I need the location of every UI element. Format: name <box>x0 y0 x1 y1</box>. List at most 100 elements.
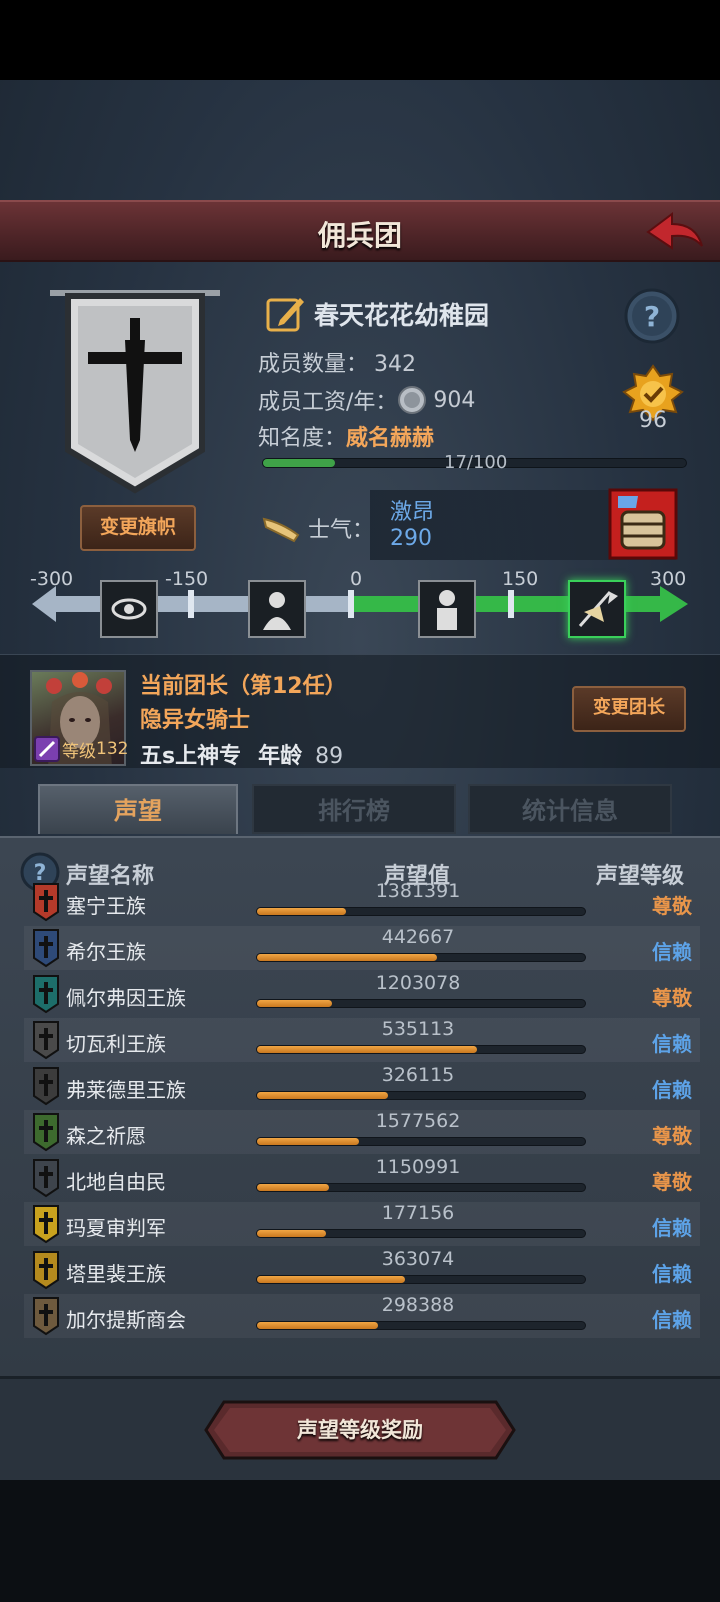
leader-rank: 五s上神专 <box>140 744 242 769</box>
faction-name: 希尔王族 <box>66 940 146 964</box>
faction-emblem-icon <box>33 1297 59 1336</box>
reputation-level: 尊敬 <box>652 986 692 1010</box>
faction-name: 塞宁王族 <box>66 894 146 918</box>
svg-text:?: ? <box>644 300 660 333</box>
guild-name: 春天花花幼稚园 <box>314 301 490 330</box>
wage-label: 成员工资/年： <box>258 390 398 415</box>
reputation-value: 1203078 <box>375 972 461 994</box>
members-value: 342 <box>374 352 417 377</box>
reputation-value: 1150991 <box>375 1156 461 1178</box>
leader-level-badge: 等级 132 <box>34 736 128 762</box>
reputation-level: 信赖 <box>652 1216 692 1240</box>
reputation-level: 尊敬 <box>652 1124 692 1148</box>
reputation-progress-fill <box>257 1276 405 1283</box>
table-row[interactable]: 弗莱德里王族 326115 信赖 <box>24 1064 700 1108</box>
morale-normal-icon[interactable] <box>418 580 476 638</box>
fame-label: 知名度： <box>258 426 347 451</box>
age-label: 年龄 <box>258 744 303 769</box>
reputation-progress-bar <box>256 1321 586 1330</box>
tab-reputation[interactable]: 声望 <box>38 784 238 834</box>
morale-high-icon[interactable] <box>568 580 626 638</box>
reputation-value: 177156 <box>381 1202 455 1224</box>
faction-name: 塔里裴王族 <box>66 1262 166 1286</box>
reputation-progress-fill <box>257 1184 330 1191</box>
table-row[interactable]: 森之祈愿 1577562 尊敬 <box>24 1110 700 1154</box>
page-title: 佣兵团 <box>317 219 402 252</box>
morale-despair-icon[interactable] <box>100 580 158 638</box>
morale-status: 激昂 <box>390 500 435 525</box>
tab-leaderboard[interactable]: 排行榜 <box>252 784 456 834</box>
reputation-progress-bar <box>256 1045 586 1054</box>
level-value: 132 <box>96 739 129 759</box>
level-label: 等级 <box>62 741 96 762</box>
silver-coin-icon <box>398 386 427 414</box>
faction-name: 玛夏审判军 <box>66 1216 166 1240</box>
morale-label: 士气： <box>308 518 375 543</box>
table-row[interactable]: 北地自由民 1150991 尊敬 <box>24 1156 700 1200</box>
reputation-level: 尊敬 <box>652 1170 692 1194</box>
reputation-progress-fill <box>257 1000 333 1007</box>
guild-name-row[interactable]: 春天花花幼稚园 <box>266 292 489 336</box>
fame: 知名度：威名赫赫 <box>258 420 434 452</box>
medal-value: 96 <box>639 408 667 433</box>
faction-name: 佩尔弗因王族 <box>66 986 186 1010</box>
help-icon[interactable]: ? <box>624 288 680 344</box>
table-row[interactable]: 希尔王族 442667 信赖 <box>24 926 700 970</box>
fame-progress-text: 17/100 <box>444 452 508 473</box>
tick-label: 150 <box>502 568 539 590</box>
age-value: 89 <box>315 744 344 769</box>
reputation-reward-label: 声望等级奖励 <box>297 1418 423 1442</box>
reputation-progress-fill <box>257 954 438 961</box>
morale-low-icon[interactable] <box>248 580 306 638</box>
reputation-level: 信赖 <box>652 1262 692 1286</box>
tab-statistics[interactable]: 统计信息 <box>468 784 672 834</box>
leader-title: 当前团长（第12任） <box>140 674 347 699</box>
table-row[interactable]: 玛夏审判军 177156 信赖 <box>24 1202 700 1246</box>
change-flag-button[interactable]: 变更旗帜 <box>80 505 196 551</box>
faction-emblem-icon <box>33 929 59 968</box>
tick-label: -300 <box>30 568 74 590</box>
change-leader-button[interactable]: 变更团长 <box>572 686 686 732</box>
fame-progress-fill <box>263 459 335 467</box>
faction-emblem-icon <box>33 1205 59 1244</box>
tick-label: -150 <box>165 568 209 590</box>
wage-value: 904 <box>433 387 476 413</box>
members-count: 成员数量： 342 <box>258 346 416 378</box>
reputation-level: 信赖 <box>652 1032 692 1056</box>
guild-banner-icon[interactable] <box>50 290 220 500</box>
table-row[interactable]: 塔里裴王族 363074 信赖 <box>24 1248 700 1292</box>
status-bar-area <box>0 0 720 80</box>
faction-emblem-icon <box>33 1021 59 1060</box>
reputation-progress-bar <box>256 1275 586 1284</box>
table-row[interactable]: 佩尔弗因王族 1203078 尊敬 <box>24 972 700 1016</box>
reputation-value: 535113 <box>381 1018 455 1040</box>
table-row[interactable]: 切瓦利王族 535113 信赖 <box>24 1018 700 1062</box>
table-row[interactable]: 塞宁王族 1381391 尊敬 <box>24 880 700 924</box>
faction-emblem-icon <box>33 1067 59 1106</box>
faction-name: 切瓦利王族 <box>66 1032 166 1056</box>
barrel-icon[interactable] <box>608 488 678 560</box>
reputation-progress-bar <box>256 1183 586 1192</box>
fame-title: 威名赫赫 <box>346 426 435 451</box>
faction-emblem-icon <box>33 975 59 1014</box>
reputation-value: 1577562 <box>375 1110 461 1132</box>
faction-emblem-icon <box>33 1113 59 1152</box>
reputation-progress-fill <box>257 1138 359 1145</box>
edit-name-icon[interactable] <box>266 294 306 334</box>
table-row[interactable]: 加尔提斯商会 298388 信赖 <box>24 1294 700 1338</box>
tick-label: 300 <box>650 568 687 590</box>
reputation-progress-bar <box>256 1137 586 1146</box>
reputation-progress-bar <box>256 999 586 1008</box>
reputation-progress-fill <box>257 1322 379 1329</box>
faction-name: 森之祈愿 <box>66 1124 146 1148</box>
class-icon <box>34 736 60 762</box>
reputation-value: 1381391 <box>375 880 461 902</box>
faction-name: 北地自由民 <box>66 1170 166 1194</box>
faction-emblem-icon <box>33 883 59 922</box>
faction-emblem-icon <box>33 1251 59 1290</box>
reputation-level: 信赖 <box>652 940 692 964</box>
member-wage: 成员工资/年： 904 <box>258 384 475 416</box>
faction-name: 加尔提斯商会 <box>66 1308 186 1332</box>
back-arrow-icon[interactable] <box>642 210 706 256</box>
bottom-nav-area <box>0 1480 720 1602</box>
